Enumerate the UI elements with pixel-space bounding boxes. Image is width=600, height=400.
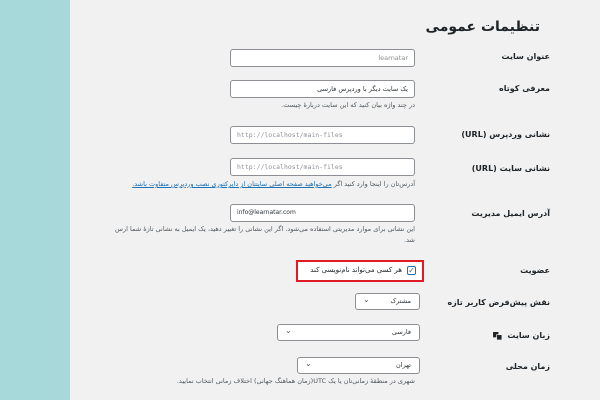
admin-email-input[interactable]: info@learnatar.com <box>230 204 415 222</box>
site-address-description-text: آدرس‌تان را اینجا وارد کنید اگر <box>331 180 415 188</box>
site-title-input[interactable]: learnatar <box>230 49 415 67</box>
timezone-description: شهری در منطقهٔ زمانی‌تان یا یک UTC(زمان … <box>176 377 415 385</box>
wp-address-input[interactable]: http://localhost/main-files <box>230 126 415 144</box>
chevron-down-icon: ⌄ <box>285 326 292 335</box>
membership-label: عضویت <box>520 266 550 275</box>
page-title: تنظیمات عمومی <box>425 19 540 35</box>
membership-checkbox[interactable]: ✓ <box>407 266 416 275</box>
site-language-label: زبان سایت <box>492 331 550 340</box>
timezone-label: زمان محلی <box>505 362 550 371</box>
chevron-down-icon: ⌄ <box>305 359 312 368</box>
site-language-value: فارسی <box>391 328 411 336</box>
timezone-select[interactable]: تهران ⌄ <box>297 357 420 374</box>
site-language-label-text: زبان سایت <box>507 331 550 340</box>
membership-checkbox-label: هر کسی می‌تواند نام‌نویسی کند <box>310 266 402 274</box>
wp-address-label: نشانی وردپرس (URL) <box>461 130 550 139</box>
timezone-value: تهران <box>396 361 411 369</box>
translation-icon <box>492 331 502 340</box>
settings-panel: تنظیمات عمومی عنوان سایت learnatar معرفی… <box>70 0 600 400</box>
chevron-down-icon: ⌄ <box>363 295 370 304</box>
default-role-label: نقش پیش‌فرض کاربر تازه <box>447 298 550 307</box>
tagline-description: در چند واژه بیان کنید که این سایت درباره… <box>281 101 415 109</box>
membership-highlight-box: ✓ هر کسی می‌تواند نام‌نویسی کند <box>296 260 424 282</box>
admin-email-description: این نشانی برای موارد مدیریتی استفاده می‌… <box>115 225 415 233</box>
checkmark-icon: ✓ <box>408 266 415 275</box>
site-address-help-link[interactable]: می‌خواهید صفحه اصلی سایتتان از دایرکتوری… <box>132 180 331 188</box>
admin-email-description-cont: شد. <box>404 236 415 244</box>
site-address-label: نشانی سایت (URL) <box>471 164 550 173</box>
site-title-label: عنوان سایت <box>501 52 550 61</box>
tagline-label: معرفی کوتاه <box>499 84 550 93</box>
default-role-select[interactable]: مشترک ⌄ <box>355 293 420 310</box>
default-role-value: مشترک <box>390 297 411 305</box>
site-address-description: آدرس‌تان را اینجا وارد کنید اگر می‌خواهی… <box>132 180 415 188</box>
site-address-input[interactable]: http://localhost/main-files <box>230 158 415 176</box>
tagline-input[interactable]: یک سایت دیگر با وردپرس فارسی <box>230 80 415 98</box>
site-language-select[interactable]: فارسی ⌄ <box>277 324 420 341</box>
admin-email-label: آدرس ایمیل مدیریت <box>471 209 550 218</box>
